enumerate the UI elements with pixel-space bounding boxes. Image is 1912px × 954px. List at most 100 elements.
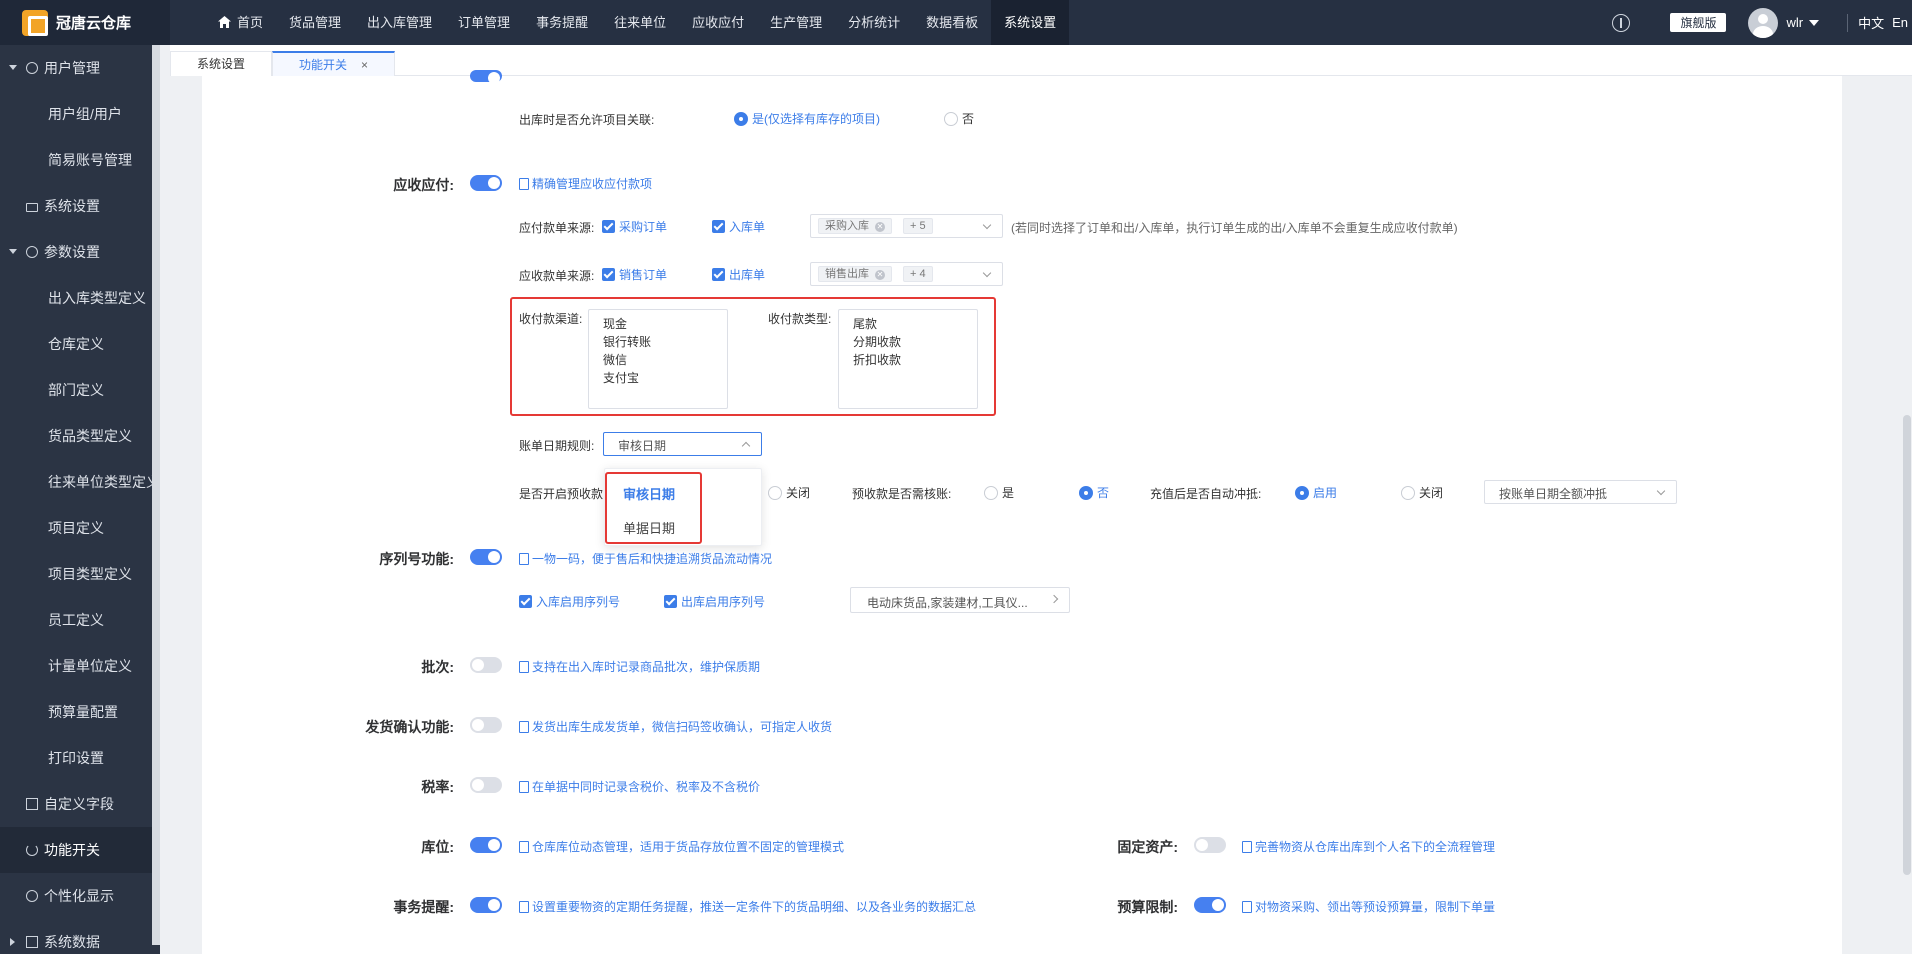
nav-item-orders[interactable]: 订单管理 xyxy=(445,0,523,45)
radio-icon[interactable] xyxy=(984,486,998,500)
sidebar-item-personalization[interactable]: 个性化显示 xyxy=(0,873,160,919)
payment-channel-list[interactable]: 现金 银行转账 微信 支付宝 xyxy=(588,309,728,409)
nav-item-partners[interactable]: 往来单位 xyxy=(601,0,679,45)
nav-item-goods[interactable]: 货品管理 xyxy=(276,0,354,45)
serial-inbound[interactable]: 入库启用序列号 xyxy=(519,593,620,610)
checkbox-checked-icon[interactable] xyxy=(664,595,677,608)
payable-source-inbound[interactable]: 入库单 xyxy=(712,218,765,235)
budget-toggle[interactable] xyxy=(1194,897,1226,913)
sidebar-item-user-management[interactable]: 用户管理 xyxy=(0,45,160,91)
nav-item-production[interactable]: 生产管理 xyxy=(757,0,835,45)
payable-source-purchase-order[interactable]: 采购订单 xyxy=(602,218,667,235)
serial-outbound[interactable]: 出库启用序列号 xyxy=(664,593,765,610)
language-switch-en[interactable]: En xyxy=(1892,15,1908,30)
list-item[interactable]: 银行转账 xyxy=(603,333,713,351)
sidebar-item-budget-config[interactable]: 预算量配置 xyxy=(0,689,160,735)
sidebar-item-partner-types[interactable]: 往来单位类型定义 xyxy=(0,459,160,505)
nav-item-dashboard[interactable]: 数据看板 xyxy=(913,0,991,45)
list-item[interactable]: 支付宝 xyxy=(603,369,713,387)
nav-item-system-settings[interactable]: 系统设置 xyxy=(991,0,1070,45)
sidebar-item-system-settings[interactable]: 系统设置 xyxy=(0,183,160,229)
payable-type-select[interactable]: 采购入库 ✕ + 5 xyxy=(810,214,1003,238)
list-item[interactable]: 折扣收款 xyxy=(853,351,963,369)
checkbox-checked-icon[interactable] xyxy=(602,220,615,233)
avatar[interactable] xyxy=(1748,7,1779,38)
reminder-toggle[interactable] xyxy=(470,897,502,913)
sidebar-item-goods-types[interactable]: 货品类型定义 xyxy=(0,413,160,459)
batch-toggle[interactable] xyxy=(470,657,502,673)
sidebar-item-user-groups[interactable]: 用户组/用户 xyxy=(0,91,160,137)
radio-checked-icon[interactable] xyxy=(734,112,748,126)
list-item[interactable]: 尾款 xyxy=(853,315,963,333)
receivable-toggle[interactable] xyxy=(470,175,502,191)
recharge-offset-enable[interactable]: 启用 xyxy=(1295,484,1337,501)
checkbox-checked-icon[interactable] xyxy=(712,220,725,233)
sidebar-item-params[interactable]: 参数设置 xyxy=(0,229,160,275)
sidebar-item-system-data[interactable]: 系统数据 xyxy=(0,919,160,954)
tab-feature-switches[interactable]: 功能开关 × xyxy=(272,51,396,76)
delivery-toggle[interactable] xyxy=(470,717,502,733)
radio-icon[interactable] xyxy=(1401,486,1415,500)
offset-method-select[interactable]: 按账单日期全额冲抵 xyxy=(1484,480,1677,504)
prepay-close[interactable]: 关闭 xyxy=(768,484,810,501)
username[interactable]: wlr xyxy=(1786,15,1803,30)
sidebar-item-custom-fields[interactable]: 自定义字段 xyxy=(0,781,160,827)
payment-type-list[interactable]: 尾款 分期收款 折扣收款 xyxy=(838,309,978,409)
recharge-offset-close[interactable]: 关闭 xyxy=(1401,484,1443,501)
close-icon[interactable]: ✕ xyxy=(875,270,885,280)
document-icon xyxy=(1242,841,1252,853)
app-logo[interactable]: 冠唐云仓库 xyxy=(0,0,170,45)
checkbox-checked-icon[interactable] xyxy=(602,268,615,281)
serial-toggle[interactable] xyxy=(470,549,502,565)
nav-item-inout[interactable]: 出入库管理 xyxy=(354,0,445,45)
receivable-source-sales-order[interactable]: 销售订单 xyxy=(602,266,667,283)
tab-system-settings[interactable]: 系统设置 xyxy=(170,51,273,76)
project-outbound-no[interactable]: 否 xyxy=(944,110,974,127)
location-toggle[interactable] xyxy=(470,837,502,853)
checkbox-checked-icon[interactable] xyxy=(712,268,725,281)
prepay-verify-yes[interactable]: 是 xyxy=(984,484,1014,501)
checkbox-checked-icon[interactable] xyxy=(519,595,532,608)
sidebar-item-units[interactable]: 计量单位定义 xyxy=(0,643,160,689)
sidebar-item-simple-accounts[interactable]: 简易账号管理 xyxy=(0,137,160,183)
radio-checked-icon[interactable] xyxy=(1295,486,1309,500)
close-icon[interactable]: × xyxy=(361,58,368,72)
sidebar-scrollbar-thumb[interactable] xyxy=(152,945,160,954)
serial-goods-select[interactable]: 电动床货品,家装建材,工具仪... xyxy=(850,587,1070,613)
nav-item-reminders[interactable]: 事务提醒 xyxy=(523,0,601,45)
chevron-up-icon xyxy=(741,441,751,451)
sidebar-item-feature-switches[interactable]: 功能开关 xyxy=(0,827,160,873)
nav-item-home[interactable]: 首页 xyxy=(205,0,276,45)
receivable-type-select[interactable]: 销售出库 ✕ + 4 xyxy=(810,262,1003,286)
sidebar-scrollbar[interactable] xyxy=(152,45,160,954)
sidebar-item-inout-types[interactable]: 出入库类型定义 xyxy=(0,275,160,321)
sidebar-item-print-settings[interactable]: 打印设置 xyxy=(0,735,160,781)
reminder-desc: 设置重要物资的定期任务提醒，推送一定条件下的货品明细、以及各业务的数据汇总 xyxy=(519,898,976,915)
list-item[interactable]: 现金 xyxy=(603,315,713,333)
bill-date-select[interactable]: 审核日期 xyxy=(603,432,762,456)
power-circle-icon[interactable] xyxy=(1612,13,1631,32)
nav-item-analytics[interactable]: 分析统计 xyxy=(835,0,913,45)
sidebar-item-employees[interactable]: 员工定义 xyxy=(0,597,160,643)
chevron-down-icon[interactable] xyxy=(1809,19,1820,26)
radio-checked-icon[interactable] xyxy=(1079,486,1093,500)
radio-icon[interactable] xyxy=(768,486,782,500)
close-icon[interactable]: ✕ xyxy=(875,222,885,232)
tax-toggle[interactable] xyxy=(470,777,502,793)
sidebar-item-projects[interactable]: 项目定义 xyxy=(0,505,160,551)
folder-icon xyxy=(26,936,38,948)
receivable-source-outbound[interactable]: 出库单 xyxy=(712,266,765,283)
project-outbound-yes[interactable]: 是(仅选择有库存的项目) xyxy=(734,110,880,127)
content-scrollbar[interactable] xyxy=(1903,415,1911,875)
project-toggle[interactable] xyxy=(470,70,502,84)
language-switch[interactable]: 中文 xyxy=(1858,13,1884,32)
list-item[interactable]: 分期收款 xyxy=(853,333,963,351)
fixed-asset-toggle[interactable] xyxy=(1194,837,1226,853)
sidebar-item-departments[interactable]: 部门定义 xyxy=(0,367,160,413)
sidebar-item-warehouses[interactable]: 仓库定义 xyxy=(0,321,160,367)
list-item[interactable]: 微信 xyxy=(603,351,713,369)
prepay-verify-no[interactable]: 否 xyxy=(1079,484,1109,501)
nav-item-receivables[interactable]: 应收应付 xyxy=(679,0,757,45)
radio-icon[interactable] xyxy=(944,112,958,126)
sidebar-item-project-types[interactable]: 项目类型定义 xyxy=(0,551,160,597)
